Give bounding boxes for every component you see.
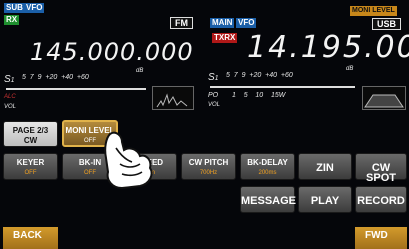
sub-vfo-tag: VFO <box>24 3 45 13</box>
page-indicator-button[interactable]: PAGE 2/3 CW <box>3 121 58 147</box>
rx-tag: RX <box>4 15 20 25</box>
cw-pitch-button[interactable]: CW PITCH 700Hz <box>181 153 236 180</box>
po-scale: 1 5 10 15W <box>232 92 286 99</box>
main-frequency: 14.195.000 <box>247 30 409 65</box>
sub-s-meter: S1 5 7 9 +20 +40 +60 dB ALC VOL <box>4 68 146 110</box>
bk-delay-button[interactable]: BK-DELAY 200ms <box>240 153 295 180</box>
sub-meter-line <box>6 88 146 90</box>
fwd-button[interactable]: FWD <box>355 227 407 249</box>
record-button[interactable]: RECORD <box>355 186 407 213</box>
back-button[interactable]: BACK <box>3 227 58 249</box>
txrx-tag: TXRX <box>212 33 238 43</box>
mode-tag: FM <box>170 17 193 29</box>
sub-scope-trace <box>156 93 188 108</box>
sub-scope <box>152 86 194 110</box>
main-label: MAIN <box>210 18 235 28</box>
pointing-hand-icon <box>104 131 153 190</box>
main-s-meter: S1 5 7 9 +20 +40 +60 dB PO 1 5 10 15W VO… <box>208 66 355 108</box>
sub-meter-scale: 5 7 9 +20 +40 +60 <box>22 74 89 81</box>
radio-display: SUB VFO RX FM MAIN VFO TXRX MONI LEVEL U… <box>0 0 409 249</box>
cw-spot-button[interactable]: CW SPOT <box>355 153 407 184</box>
usb-mode-tag: USB <box>372 18 402 30</box>
main-scope <box>362 86 406 110</box>
main-vfo-tag: VFO <box>236 18 257 28</box>
sub-frequency: 145.000.000 <box>30 38 194 66</box>
moni-level-indicator: MONI LEVEL <box>350 6 397 16</box>
play-button[interactable]: PLAY <box>298 186 352 213</box>
sub-label: SUB <box>4 3 25 13</box>
zin-button[interactable]: ZIN <box>298 153 352 180</box>
keyer-button[interactable]: KEYER OFF <box>3 153 58 180</box>
message-button[interactable]: MESSAGE <box>240 186 296 213</box>
